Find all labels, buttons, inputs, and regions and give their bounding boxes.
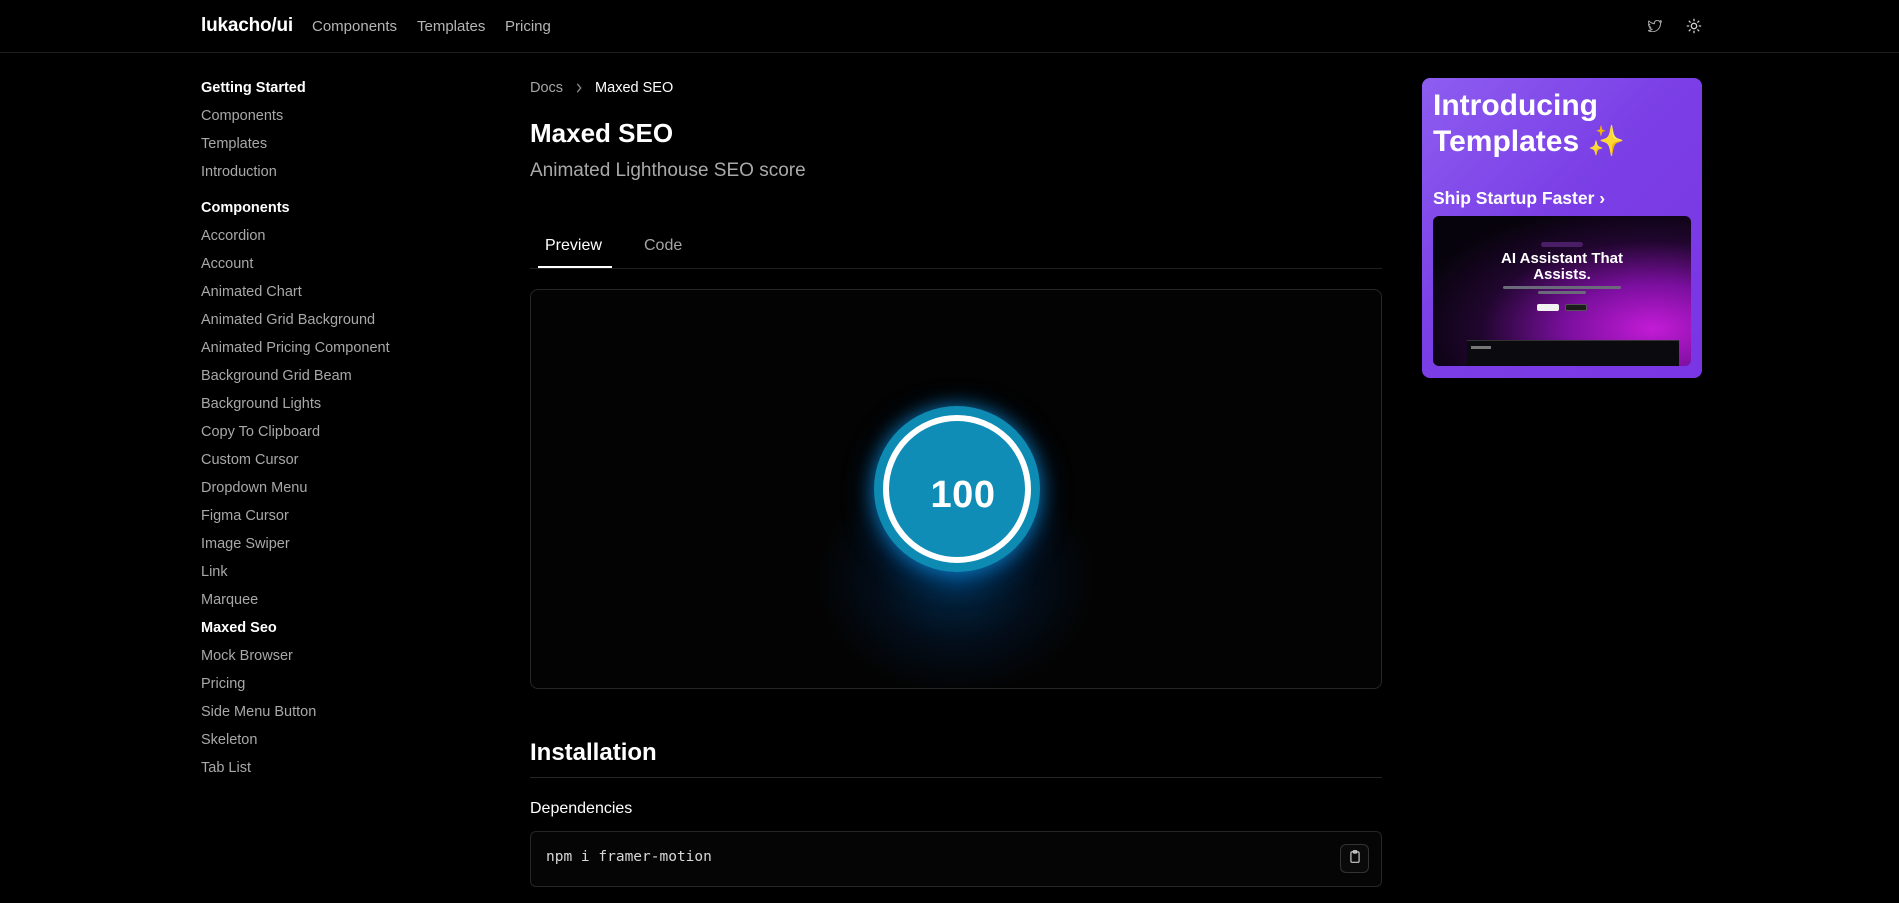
nav-templates[interactable]: Templates bbox=[417, 18, 485, 35]
sidebar: Getting Started Components Templates Int… bbox=[201, 78, 451, 786]
top-navbar: lukacho/ui Components Templates Pricing bbox=[0, 0, 1899, 53]
installation-divider bbox=[530, 777, 1382, 778]
page-title: Maxed SEO bbox=[530, 118, 674, 148]
screenshot-headline-line-1: AI Assistant That bbox=[1501, 250, 1623, 267]
seo-score-ring: 100 bbox=[883, 415, 1031, 563]
page-subtitle: Animated Lighthouse SEO score bbox=[530, 160, 806, 181]
sidebar-item-figma-cursor[interactable]: Figma Cursor bbox=[201, 506, 451, 534]
sidebar-item-tab-list[interactable]: Tab List bbox=[201, 758, 451, 786]
sidebar-item-introduction[interactable]: Introduction bbox=[201, 162, 451, 190]
screenshot-headline-line-2: Assists. bbox=[1533, 266, 1591, 283]
seo-score-value: 100 bbox=[930, 473, 996, 516]
sidebar-item-components[interactable]: Components bbox=[201, 106, 451, 134]
sidebar-item-account[interactable]: Account bbox=[201, 254, 451, 282]
sidebar-item-background-grid-beam[interactable]: Background Grid Beam bbox=[201, 366, 451, 394]
promo-link[interactable]: Ship Startup Faster › bbox=[1433, 188, 1605, 209]
sidebar-heading-components: Components bbox=[201, 200, 290, 216]
sidebar-item-pricing[interactable]: Pricing bbox=[201, 674, 451, 702]
screenshot-panel-line bbox=[1471, 346, 1491, 349]
sidebar-item-background-lights[interactable]: Background Lights bbox=[201, 394, 451, 422]
active-tab-indicator bbox=[538, 266, 612, 268]
promo-title-line-2: Templates ✨ bbox=[1433, 125, 1625, 158]
chevron-right-icon bbox=[575, 80, 583, 96]
dependencies-heading: Dependencies bbox=[530, 800, 633, 817]
breadcrumb-current: Maxed SEO bbox=[595, 80, 674, 96]
sidebar-item-animated-grid-background[interactable]: Animated Grid Background bbox=[201, 310, 451, 338]
sidebar-item-maxed-seo[interactable]: Maxed Seo bbox=[201, 618, 451, 646]
preview-panel: 100 bbox=[530, 289, 1382, 689]
tab-code[interactable]: Code bbox=[644, 237, 682, 255]
sidebar-item-templates[interactable]: Templates bbox=[201, 134, 451, 162]
promo-title: Introducing Templates ✨ bbox=[1433, 88, 1693, 160]
sidebar-item-image-swiper[interactable]: Image Swiper bbox=[201, 534, 451, 562]
brand-logo[interactable]: lukacho/ui bbox=[201, 15, 293, 37]
twitter-icon[interactable] bbox=[1646, 17, 1664, 35]
screenshot-subtext bbox=[1503, 286, 1621, 289]
installation-heading: Installation bbox=[530, 739, 657, 766]
sidebar-item-mock-browser[interactable]: Mock Browser bbox=[201, 646, 451, 674]
nav-components[interactable]: Components bbox=[312, 18, 397, 35]
sidebar-item-marquee[interactable]: Marquee bbox=[201, 590, 451, 618]
promo-title-line-1: Introducing bbox=[1433, 89, 1598, 122]
breadcrumb-docs[interactable]: Docs bbox=[530, 80, 563, 96]
install-command-block: npm i framer-motion bbox=[530, 831, 1382, 887]
install-command: npm i framer-motion bbox=[546, 849, 712, 865]
sun-icon[interactable] bbox=[1685, 17, 1703, 35]
sidebar-item-side-menu-button[interactable]: Side Menu Button bbox=[201, 702, 451, 730]
copy-button[interactable] bbox=[1340, 844, 1369, 873]
sidebar-item-dropdown-menu[interactable]: Dropdown Menu bbox=[201, 478, 451, 506]
templates-promo-card[interactable]: Introducing Templates ✨ Ship Startup Fas… bbox=[1422, 78, 1702, 378]
screenshot-headline: AI Assistant That Assists. bbox=[1433, 251, 1691, 283]
sidebar-heading-getting-started: Getting Started bbox=[201, 80, 306, 96]
screenshot-primary-button bbox=[1537, 304, 1559, 311]
sidebar-item-skeleton[interactable]: Skeleton bbox=[201, 730, 451, 758]
clipboard-icon bbox=[1348, 849, 1362, 869]
promo-template-screenshot: AI Assistant That Assists. bbox=[1433, 216, 1691, 366]
breadcrumb: Docs Maxed SEO bbox=[530, 80, 673, 96]
nav-pricing[interactable]: Pricing bbox=[505, 18, 551, 35]
sidebar-item-animated-chart[interactable]: Animated Chart bbox=[201, 282, 451, 310]
sidebar-item-link[interactable]: Link bbox=[201, 562, 451, 590]
screenshot-badge bbox=[1541, 242, 1583, 247]
screenshot-dashboard-panel bbox=[1467, 340, 1679, 366]
screenshot-subtext-2 bbox=[1538, 291, 1586, 294]
sidebar-item-animated-pricing-component[interactable]: Animated Pricing Component bbox=[201, 338, 451, 366]
sidebar-item-custom-cursor[interactable]: Custom Cursor bbox=[201, 450, 451, 478]
sidebar-item-copy-to-clipboard[interactable]: Copy To Clipboard bbox=[201, 422, 451, 450]
screenshot-secondary-button bbox=[1565, 304, 1587, 311]
tab-bar: Preview Code bbox=[530, 225, 1382, 269]
seo-score-circle: 100 bbox=[874, 406, 1040, 572]
tab-preview[interactable]: Preview bbox=[545, 237, 602, 255]
sidebar-item-accordion[interactable]: Accordion bbox=[201, 226, 451, 254]
